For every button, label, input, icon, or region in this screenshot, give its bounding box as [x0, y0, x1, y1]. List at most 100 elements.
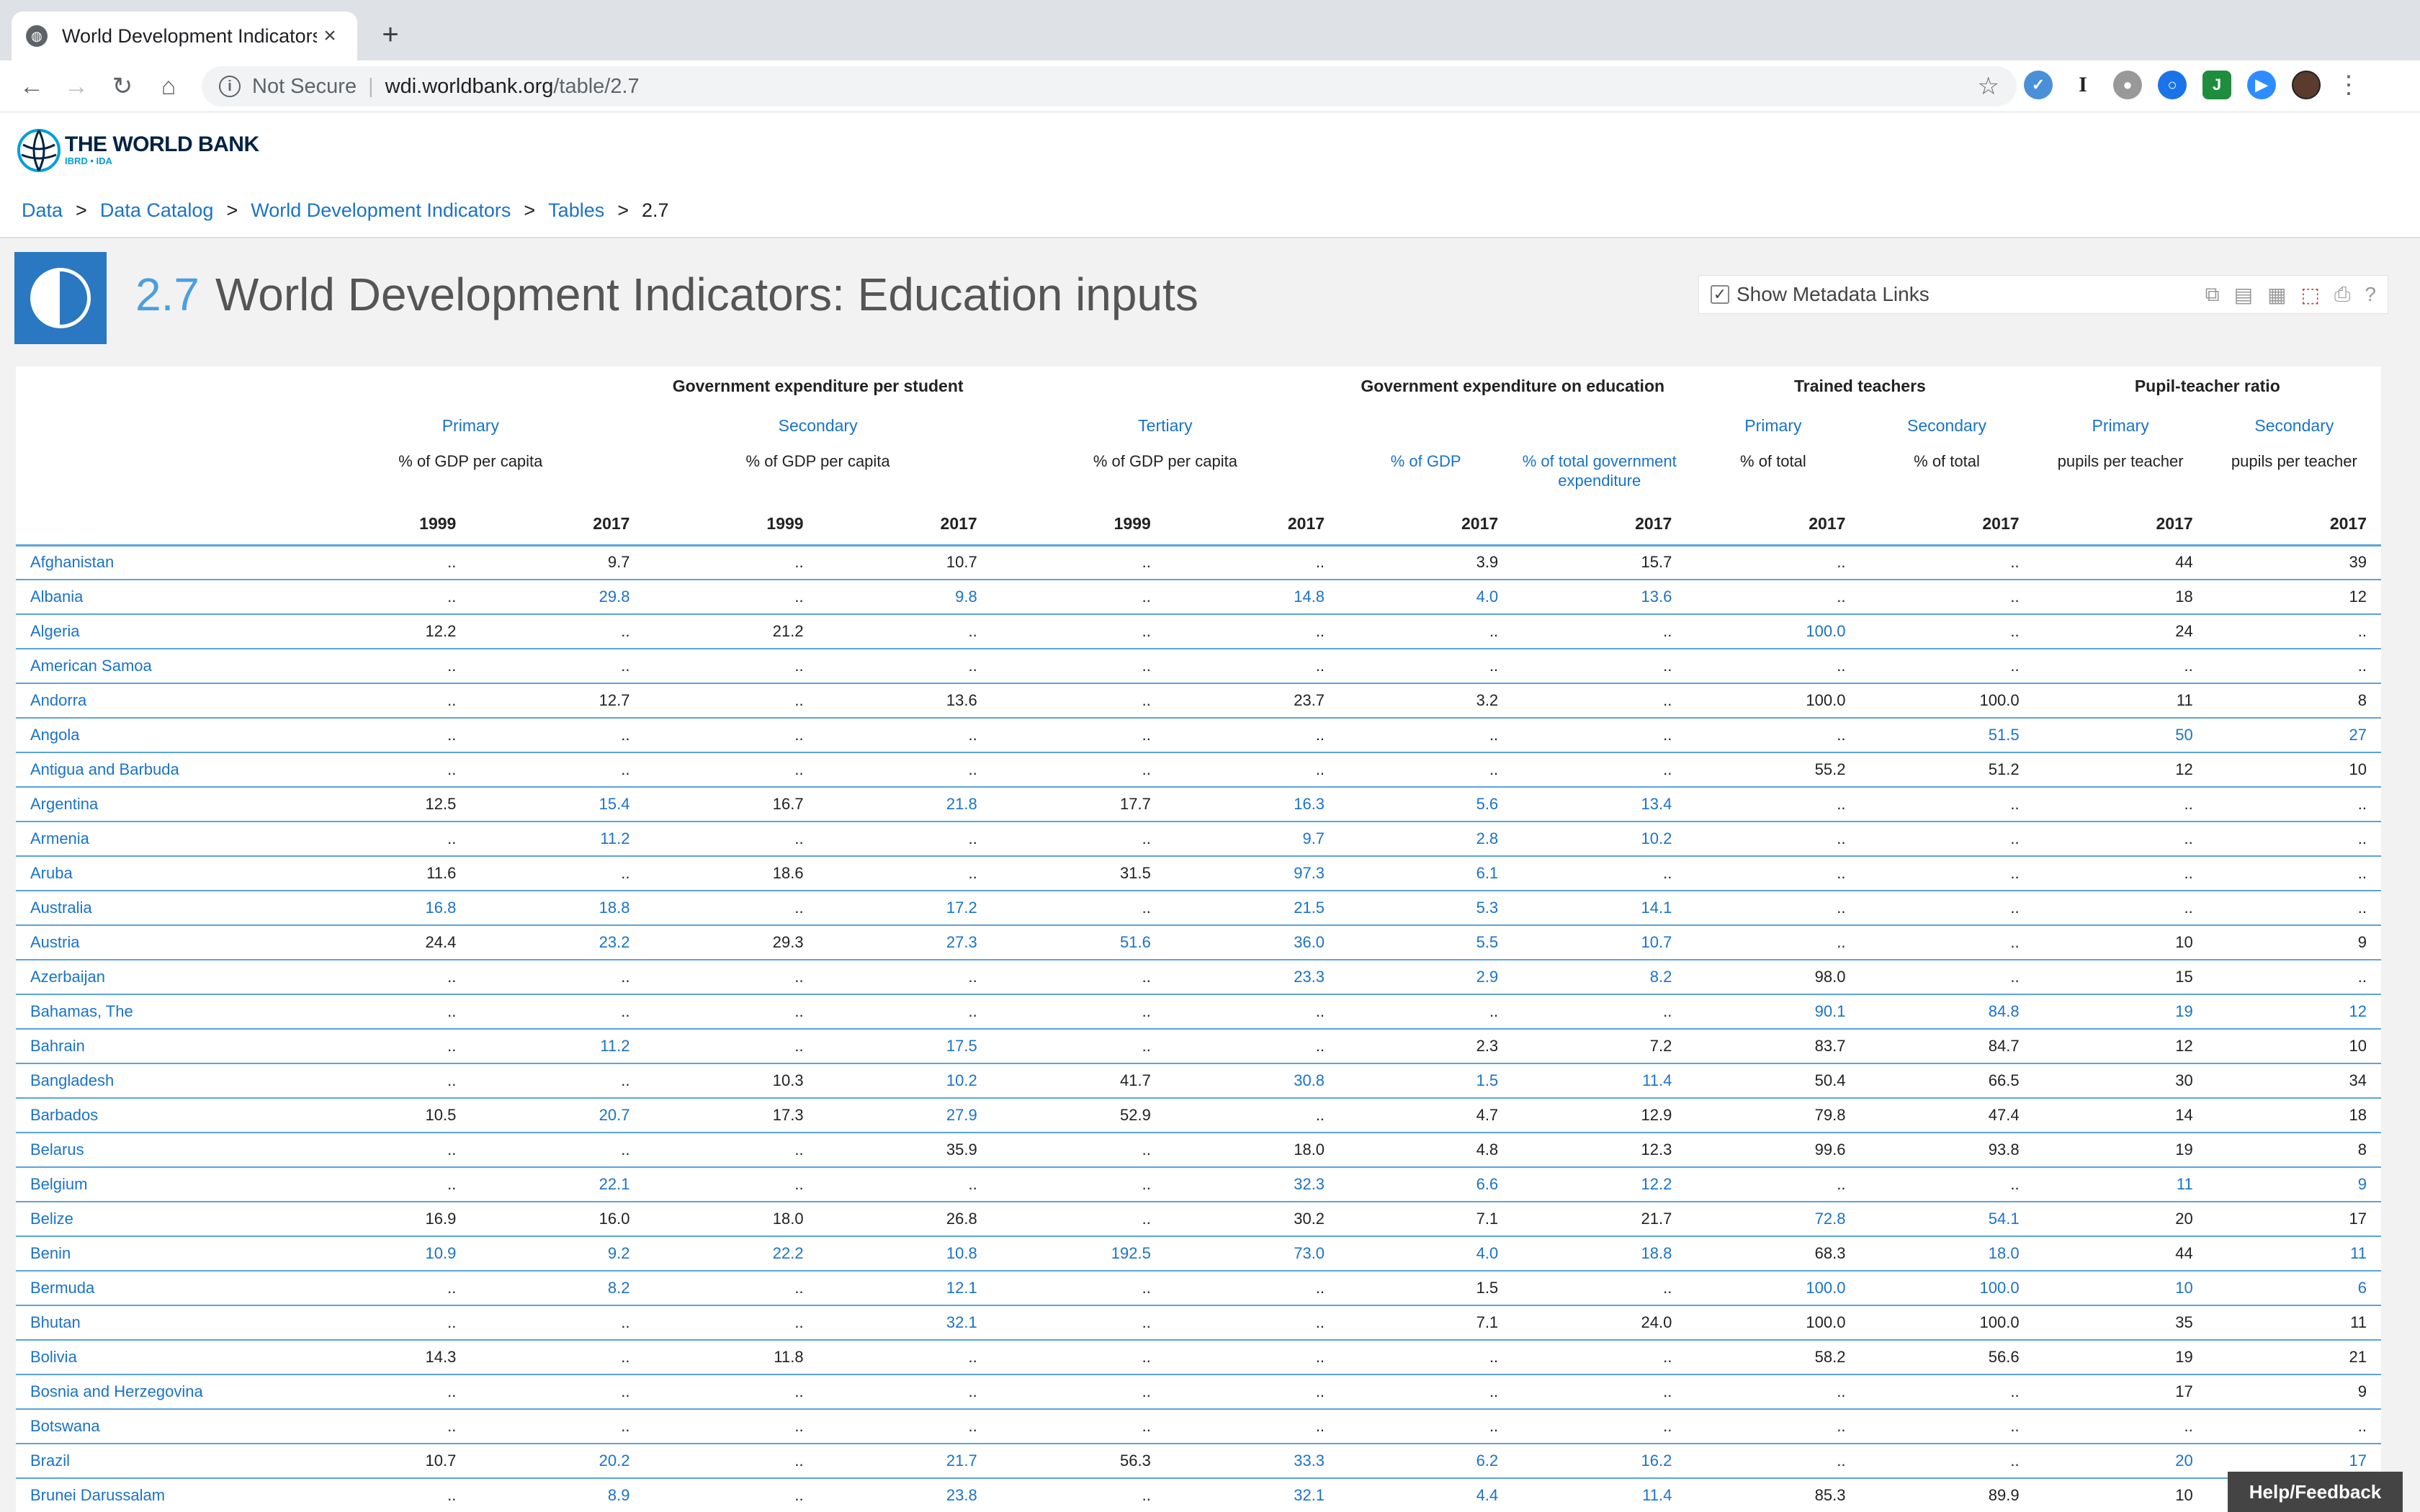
value-link[interactable]: 12.2	[1512, 1167, 1687, 1202]
country-link[interactable]: Botswana	[16, 1409, 297, 1444]
value-link[interactable]: 9.7	[1165, 822, 1340, 857]
value-link[interactable]: 4.0	[1339, 580, 1513, 615]
profile-avatar[interactable]	[2292, 71, 2321, 99]
value-link[interactable]: 22.2	[644, 1236, 818, 1272]
value-link[interactable]: 4.4	[1339, 1478, 1513, 1512]
value-link[interactable]: 32.1	[1165, 1478, 1340, 1512]
value-link[interactable]: 21.7	[817, 1444, 992, 1479]
subgroup-link[interactable]: Secondary	[1860, 405, 2033, 446]
value-link[interactable]: 54.1	[1860, 1202, 2034, 1237]
help-feedback-button[interactable]: Help/Feedback	[2228, 1472, 2403, 1512]
browser-menu-icon[interactable]: ⋮	[2336, 71, 2361, 99]
country-link[interactable]: Belize	[16, 1202, 297, 1237]
value-link[interactable]: 13.4	[1512, 787, 1687, 822]
country-link[interactable]: Brazil	[16, 1444, 297, 1479]
forward-arrow-icon[interactable]: →	[60, 71, 92, 102]
country-link[interactable]: Bolivia	[16, 1340, 297, 1375]
country-link[interactable]: Belarus	[16, 1133, 297, 1168]
country-link[interactable]: Benin	[16, 1236, 297, 1272]
unit-link[interactable]: % of GDP	[1339, 446, 1512, 503]
table-view-icon[interactable]: ▤	[2234, 283, 2253, 307]
country-link[interactable]: Bosnia and Herzegovina	[16, 1374, 297, 1410]
value-link[interactable]: 11.2	[470, 1029, 645, 1064]
country-link[interactable]: Bermuda	[16, 1271, 297, 1306]
value-link[interactable]: 9	[2207, 1167, 2381, 1202]
country-link[interactable]: Barbados	[16, 1098, 297, 1133]
value-link[interactable]: 12	[2207, 994, 2381, 1030]
info-icon[interactable]: i	[219, 76, 241, 97]
value-link[interactable]: 6.2	[1339, 1444, 1513, 1479]
value-link[interactable]: 51.6	[991, 925, 1165, 960]
value-link[interactable]: 2.8	[1339, 822, 1513, 857]
value-link[interactable]: 97.3	[1165, 856, 1340, 891]
value-link[interactable]: 50	[2033, 718, 2208, 753]
value-link[interactable]: 84.8	[1860, 994, 2034, 1030]
value-link[interactable]: 14.1	[1512, 891, 1687, 926]
country-link[interactable]: Angola	[16, 718, 297, 753]
value-link[interactable]: 23.3	[1165, 960, 1340, 995]
subgroup-link[interactable]: Primary	[297, 405, 644, 446]
browser-tab[interactable]: ◍ World Development Indicators ×	[12, 12, 357, 60]
world-bank-logo[interactable]: THE WORLD BANK IBRD • IDA	[16, 127, 259, 174]
country-link[interactable]: Bahamas, The	[16, 994, 297, 1030]
new-tab-button[interactable]: +	[375, 19, 406, 50]
value-link[interactable]: 17.2	[817, 891, 992, 926]
country-link[interactable]: Bhutan	[16, 1305, 297, 1341]
value-link[interactable]: 100.0	[1860, 1271, 2034, 1306]
value-link[interactable]: 73.0	[1165, 1236, 1340, 1272]
back-arrow-icon[interactable]: ←	[16, 71, 48, 102]
value-link[interactable]: 5.3	[1339, 891, 1513, 926]
value-link[interactable]: 13.6	[1512, 580, 1687, 615]
value-link[interactable]: 36.0	[1165, 925, 1340, 960]
value-link[interactable]: 4.0	[1339, 1236, 1513, 1272]
value-link[interactable]: 8.2	[1512, 960, 1687, 995]
value-link[interactable]: 5.6	[1339, 787, 1513, 822]
value-link[interactable]: 18.8	[1512, 1236, 1687, 1272]
value-link[interactable]: 27	[2207, 718, 2381, 753]
country-link[interactable]: American Samoa	[16, 649, 297, 684]
value-link[interactable]: 18.0	[1860, 1236, 2034, 1272]
extension-compass-icon[interactable]: ✓	[2024, 71, 2053, 99]
extension-ghost-icon[interactable]: ●	[2113, 71, 2142, 99]
value-link[interactable]: 11	[2207, 1236, 2381, 1272]
value-link[interactable]: 20.7	[470, 1098, 645, 1133]
value-link[interactable]: 10.2	[817, 1063, 992, 1099]
value-link[interactable]: 16.8	[297, 891, 471, 926]
value-link[interactable]: 19	[2033, 994, 2208, 1030]
extension-instapaper-icon[interactable]: I	[2069, 71, 2097, 99]
extension-green-icon[interactable]: J	[2202, 71, 2231, 99]
bookmark-star-icon[interactable]: ☆	[1978, 72, 1999, 101]
value-link[interactable]: 6.1	[1339, 856, 1513, 891]
value-link[interactable]: 20	[2033, 1444, 2208, 1479]
country-link[interactable]: Afghanistan	[16, 545, 297, 580]
value-link[interactable]: 23.8	[817, 1478, 992, 1512]
country-link[interactable]: Belgium	[16, 1167, 297, 1202]
value-link[interactable]: 33.3	[1165, 1444, 1340, 1479]
value-link[interactable]: 8.9	[470, 1478, 645, 1512]
value-link[interactable]: 9.2	[470, 1236, 645, 1272]
extension-circle-icon[interactable]: ○	[2158, 71, 2187, 99]
value-link[interactable]: 10.7	[1512, 925, 1687, 960]
value-link[interactable]: 15.4	[470, 787, 645, 822]
country-link[interactable]: Armenia	[16, 822, 297, 857]
subgroup-link[interactable]: Primary	[2034, 405, 2208, 446]
breadcrumb-data[interactable]: Data	[22, 199, 63, 222]
value-link[interactable]: 5.5	[1339, 925, 1513, 960]
print-icon[interactable]: ⎙	[2334, 283, 2350, 307]
value-link[interactable]: 21.8	[817, 787, 992, 822]
value-link[interactable]: 10.8	[817, 1236, 992, 1272]
help-icon[interactable]: ?	[2365, 283, 2376, 307]
value-link[interactable]: 51.5	[1860, 718, 2034, 753]
country-link[interactable]: Austria	[16, 925, 297, 960]
value-link[interactable]: 9.8	[817, 580, 992, 615]
value-link[interactable]: 192.5	[991, 1236, 1165, 1272]
value-link[interactable]: 11.4	[1512, 1478, 1687, 1512]
value-link[interactable]: 16.2	[1512, 1444, 1687, 1479]
reload-icon[interactable]: ↻	[107, 71, 138, 102]
close-tab-icon[interactable]: ×	[317, 24, 343, 48]
breadcrumb-data-catalog[interactable]: Data Catalog	[100, 199, 214, 222]
show-metadata-checkbox[interactable]: ✓	[1711, 285, 1729, 304]
pdf-export-icon[interactable]: ⬚	[2301, 283, 2320, 307]
value-link[interactable]: 30.8	[1165, 1063, 1340, 1099]
country-link[interactable]: Algeria	[16, 614, 297, 649]
